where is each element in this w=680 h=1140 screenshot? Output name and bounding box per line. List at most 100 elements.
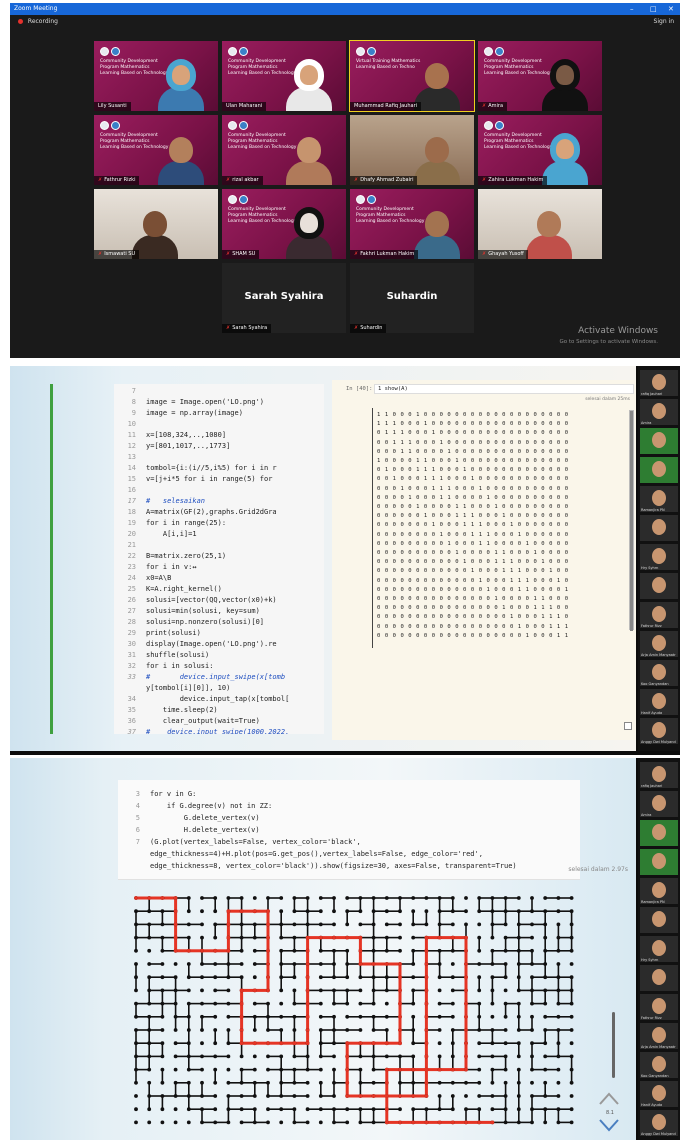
page-scrollbar[interactable] [612, 1012, 615, 1078]
participant-tile[interactable]: Community Development Program Mathematic… [94, 41, 218, 111]
participant-thumbnail[interactable] [640, 428, 678, 454]
graph-vertex [398, 988, 402, 993]
minimize-icon[interactable]: – [630, 3, 634, 15]
graph-vertex [543, 1041, 548, 1046]
participant-tile[interactable]: Community Development Program Mathematic… [94, 115, 218, 185]
graph-vertex [252, 909, 257, 914]
code-editor[interactable]: 7 8 image = Image.open('LO.png') 9 image = n… [114, 384, 324, 734]
graph-vertex [252, 896, 257, 900]
graph-vertex [503, 1094, 508, 1098]
graph-vertex [569, 1028, 574, 1032]
graph-vertex [318, 1067, 323, 1072]
participant-tile[interactable]: Community Development Program Mathematic… [222, 41, 346, 111]
participant-thumbnail[interactable] [640, 820, 678, 846]
graph-vertex [279, 935, 284, 940]
graph-vertex [266, 975, 270, 980]
participant-thumbnail[interactable] [640, 457, 678, 483]
graph-vertex [266, 1028, 270, 1032]
graph-vertex [134, 922, 138, 927]
expand-output-button[interactable] [624, 722, 632, 730]
participant-thumbnail[interactable]: Amira [640, 399, 678, 425]
graph-vertex [318, 962, 323, 966]
graph-vertex [147, 1014, 152, 1019]
graph-vertex [490, 1054, 495, 1059]
participant-thumbnail[interactable] [640, 573, 678, 599]
matrix-row: 0 0 0 0 1 0 0 0 1 1 0 0 0 0 1 0 0 0 0 0 … [377, 494, 569, 501]
participant-thumbnail[interactable]: Fathrur Rizz [640, 994, 678, 1020]
participant-tile[interactable]: ✗ Ghayah Yusoff [478, 189, 602, 259]
participant-thumbnail[interactable]: rafiq Jauhari [640, 370, 678, 396]
participant-thumbnail[interactable]: Arja Amin Manyaatr [640, 1023, 678, 1049]
participant-thumbnail[interactable]: Anggy Dwi Mulyand [640, 1110, 678, 1136]
graph-vertex [332, 1054, 336, 1059]
graph-vertex [556, 1054, 561, 1059]
graph-vertex [371, 1001, 376, 1006]
graph-vertex [266, 1107, 270, 1112]
participant-tile[interactable]: Community Development Program Mathematic… [222, 115, 346, 185]
graph-vertex [411, 1094, 416, 1098]
graph-vertex [411, 1014, 416, 1019]
avatar [652, 824, 666, 840]
participant-thumbnail[interactable]: Hanif Ayuda [640, 1081, 678, 1107]
participant-tile[interactable]: Community Development Program Mathematic… [478, 41, 602, 111]
graph-vertex [252, 1120, 257, 1125]
matrix-row: 0 0 0 1 1 0 0 0 0 1 0 0 0 0 0 0 0 0 0 0 … [377, 448, 569, 455]
participant-name: rafiq Jauhari [641, 784, 663, 788]
graph-vertex [226, 1120, 231, 1125]
input-cell[interactable]: 1 show(A) [374, 384, 634, 394]
graph-vertex [556, 975, 561, 980]
participant-tile[interactable]: Community Development Program Mathematic… [478, 115, 602, 185]
participant-thumbnail[interactable]: Hry Syhrn [640, 936, 678, 962]
graph-vertex [569, 1107, 574, 1112]
participant-thumbnail[interactable]: Anggy Dwi Mulyand [640, 718, 678, 744]
code-editor[interactable]: 3 for v in G: 4 if G.degree(v) not in ZZ: 5… [118, 780, 580, 880]
graph-vertex [464, 1054, 468, 1059]
graph-vertex [318, 1107, 323, 1112]
active-speaker-tile[interactable]: Virtual Training Mathematics Learning Ba… [349, 40, 475, 112]
sign-in-link[interactable]: Sign in [654, 15, 674, 29]
graph-vertex [516, 1080, 521, 1085]
maximize-icon[interactable]: □ [650, 3, 657, 15]
participant-thumbnail[interactable]: Koo Ganyandan [640, 1052, 678, 1078]
participant-thumbnail[interactable]: Hanif Ayuda [640, 689, 678, 715]
graph-vertex [384, 1107, 389, 1112]
participant-name: Amira [488, 103, 504, 109]
graph-vertex [252, 1054, 257, 1059]
participant-tile[interactable]: ✗ Dhafy Ahmad Zubairi [350, 115, 474, 185]
participant-tile[interactable]: Community Development Program Mathematic… [222, 189, 346, 259]
graph-vertex [371, 975, 376, 980]
graph-vertex [173, 962, 178, 966]
participant-thumbnail[interactable] [640, 849, 678, 875]
line-number: 31 [127, 651, 136, 659]
participant-thumbnail[interactable]: Ramanjira PN [640, 878, 678, 904]
participant-thumbnail[interactable] [640, 965, 678, 991]
participant-strip: rafiq Jauhari Amira Ramanjira PN Hry Syhrn F… [638, 758, 680, 1140]
mic-muted-icon: ✗ [98, 177, 103, 183]
close-icon[interactable]: ✕ [668, 3, 674, 15]
participant-thumbnail[interactable]: Fathrur Rizz [640, 602, 678, 628]
graph-vertex [239, 935, 244, 940]
graph-vertex [186, 962, 191, 966]
participant-thumbnail[interactable]: rafiq Jauhari [640, 762, 678, 788]
graph-vertex [252, 922, 257, 927]
participant-tile[interactable]: Community Development Program Mathematic… [350, 189, 474, 259]
graph-vertex [266, 1094, 270, 1098]
code-line: 26 solusi=[vector(QQ,vector(x0)+k) [114, 595, 324, 606]
participant-thumbnail[interactable]: Arja Amin Manyaatr [640, 631, 678, 657]
participant-thumbnail[interactable]: Amira [640, 791, 678, 817]
participant-tile[interactable]: Sarah Syahira ✗ Sarah Syahira [222, 263, 346, 333]
graph-vertex [292, 1094, 297, 1098]
participant-thumbnail[interactable] [640, 907, 678, 933]
participant-tile[interactable]: ✗ Ismawati SU [94, 189, 218, 259]
avatar [652, 403, 666, 419]
graph-vertex [398, 1041, 402, 1046]
participant-thumbnail[interactable]: Ramanjira PN [640, 486, 678, 512]
graph-vertex [490, 1014, 495, 1019]
graph-vertex [160, 988, 165, 993]
participant-thumbnail[interactable]: Hry Syhrn [640, 544, 678, 570]
participant-thumbnail[interactable] [640, 515, 678, 541]
graph-vertex [371, 1107, 376, 1112]
participant-thumbnail[interactable]: Koo Ganyandan [640, 660, 678, 686]
participant-tile[interactable]: Suhardin ✗ Suhardin [350, 263, 474, 333]
output-scrollbar[interactable] [629, 410, 634, 631]
